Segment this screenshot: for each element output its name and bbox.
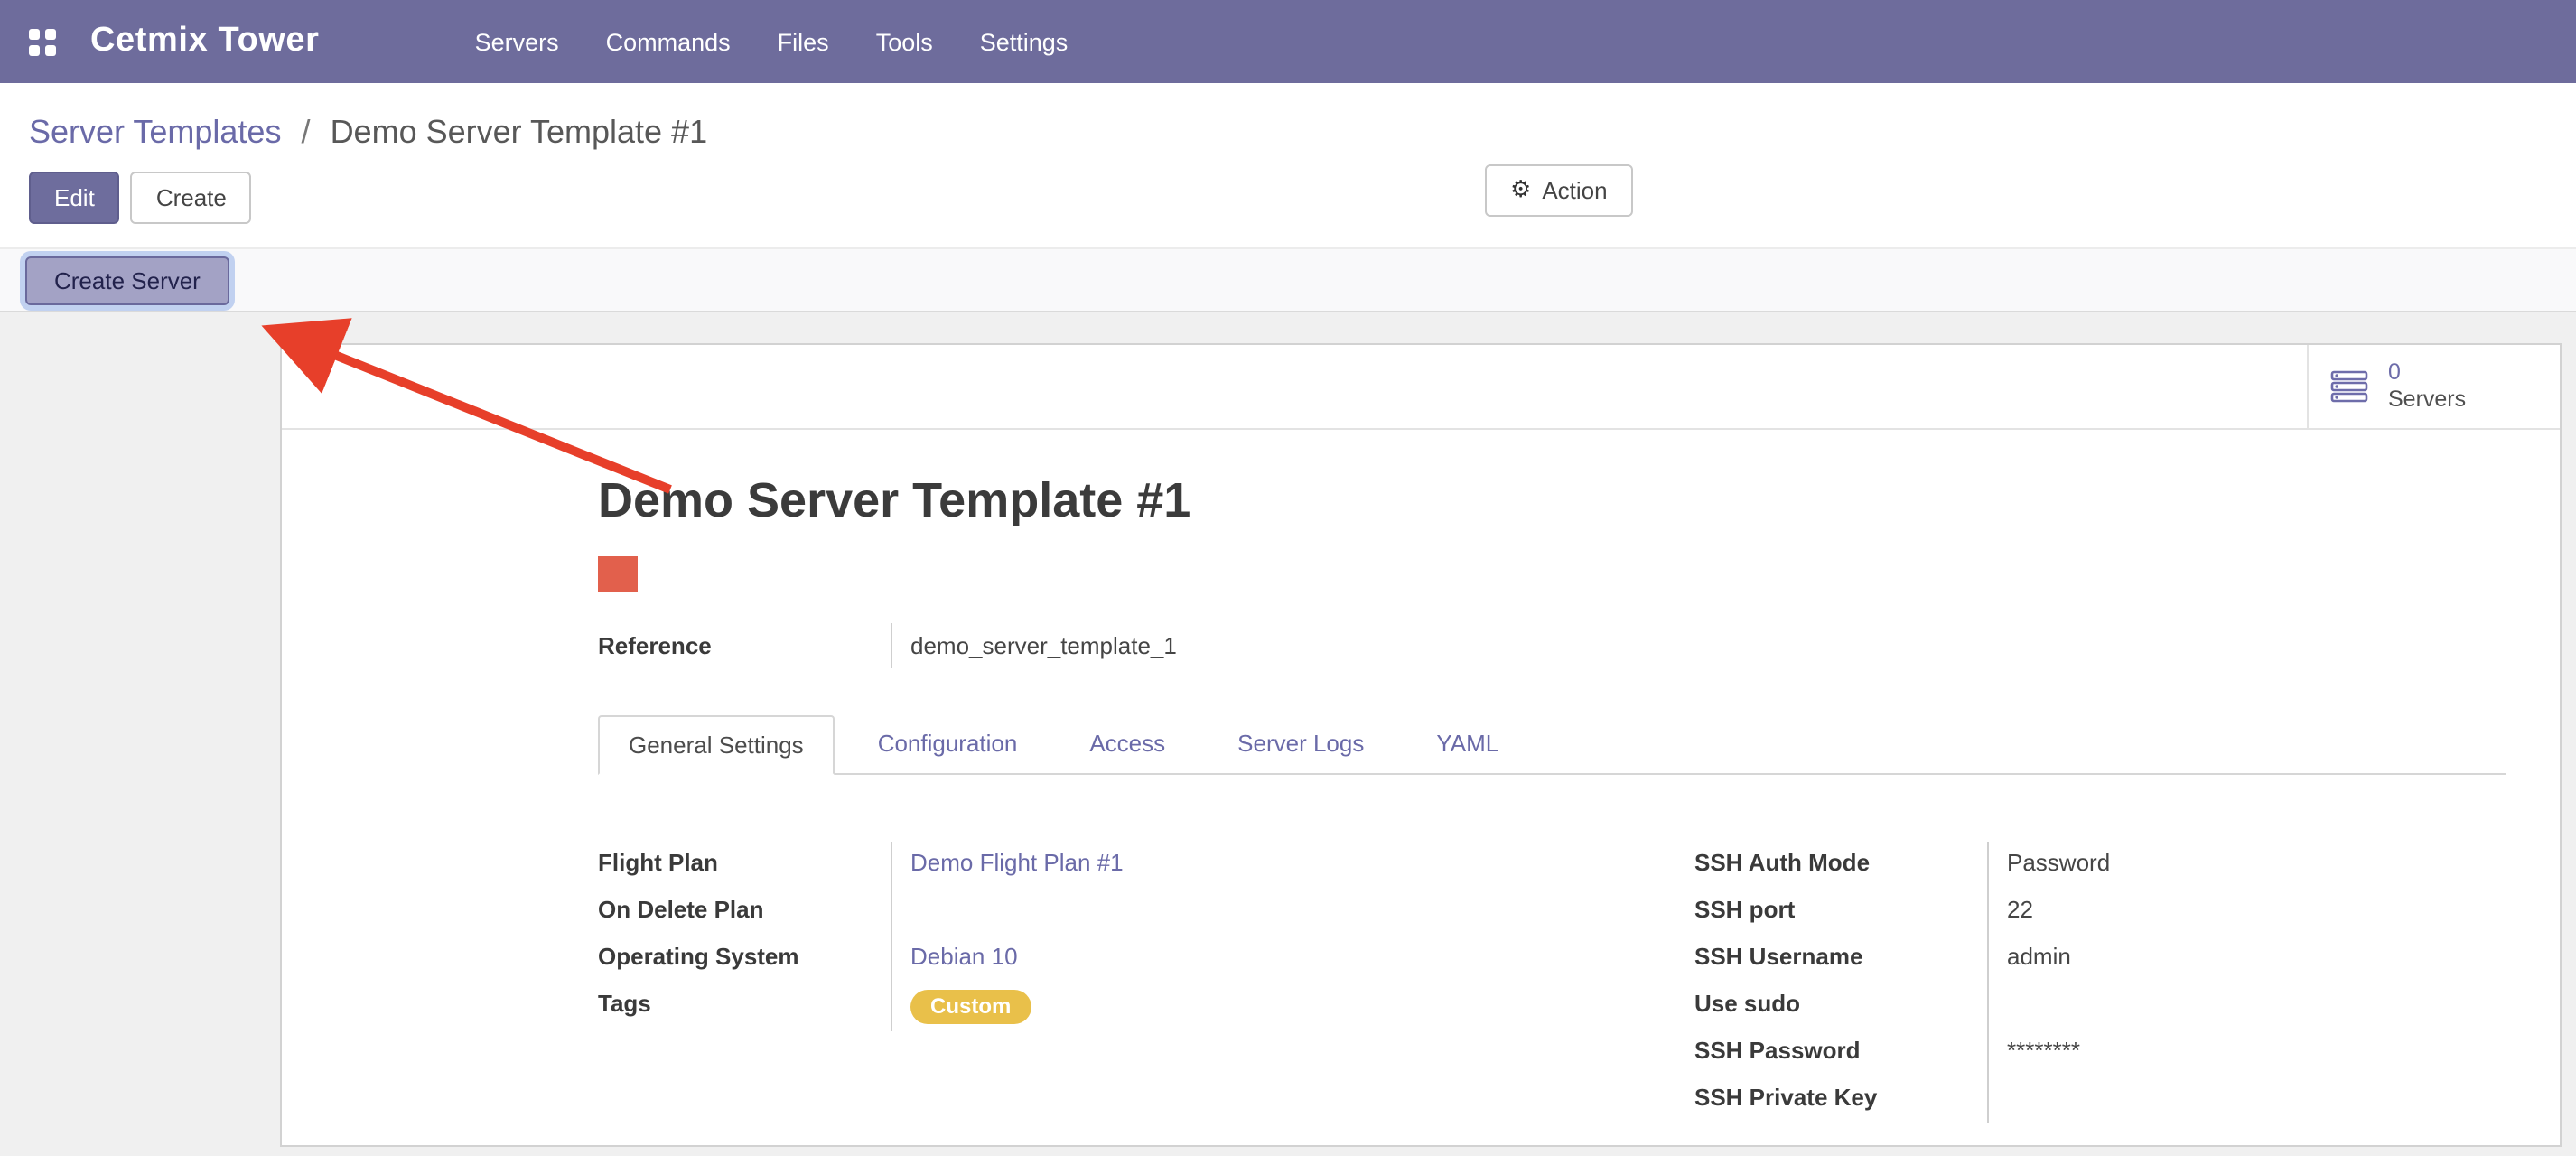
action-button[interactable]: ⚙ Action [1485,164,1633,217]
field-flight-plan: Flight Plan Demo Flight Plan #1 [598,842,1694,889]
tab-yaml[interactable]: YAML [1407,715,1527,775]
field-ssh-auth-mode: SSH Auth Mode Password [1694,842,2506,889]
form-view-background: 0 Servers Demo Server Template #1 Refere… [0,312,2576,1156]
app-window: Cetmix Tower Servers Commands Files Tool… [0,0,2576,1174]
field-label: On Delete Plan [598,889,892,936]
servers-icon [2330,370,2370,403]
field-ssh-private-key: SSH Private Key [1694,1076,2506,1123]
gear-icon: ⚙ [1510,175,1531,206]
field-label: SSH port [1694,889,1989,936]
field-value-empty [892,889,1694,936]
field-value-empty [1989,983,2506,1030]
create-server-button[interactable]: Create Server [25,256,229,304]
field-label: Flight Plan [598,842,892,889]
field-ssh-username: SSH Username admin [1694,936,2506,983]
tab-general-settings[interactable]: General Settings [598,715,835,775]
brand-title[interactable]: Cetmix Tower [90,22,320,61]
breadcrumb-separator: / [302,114,311,150]
main-menu: Servers Commands Files Tools Settings [475,28,1069,55]
field-value-link[interactable]: Debian 10 [910,943,1018,970]
field-value: 22 [1989,889,2506,936]
field-on-delete-plan: On Delete Plan [598,889,1694,936]
tab-configuration[interactable]: Configuration [849,715,1047,775]
stat-count: 0 [2388,359,2466,387]
field-label: Operating System [598,936,892,983]
reference-row: Reference demo_server_template_1 [598,623,2506,668]
color-swatch [598,556,638,592]
apps-grid-icon[interactable] [29,28,56,55]
menu-item-commands[interactable]: Commands [606,28,731,55]
stat-label: Servers [2388,387,2466,414]
field-operating-system: Operating System Debian 10 [598,936,1694,983]
form-sheet: 0 Servers Demo Server Template #1 Refere… [280,343,2562,1147]
field-label: Tags [598,983,892,1031]
tab-server-logs[interactable]: Server Logs [1209,715,1393,775]
tag-badge-custom: Custom [910,990,1031,1024]
field-ssh-port: SSH port 22 [1694,889,2506,936]
action-button-label: Action [1542,175,1607,206]
field-value: ******** [1989,1030,2506,1076]
menu-item-tools[interactable]: Tools [876,28,933,55]
field-label: SSH Auth Mode [1694,842,1989,889]
stat-button-text: 0 Servers [2388,359,2466,414]
field-use-sudo: Use sudo [1694,983,2506,1030]
field-label: SSH Username [1694,936,1989,983]
field-label: Use sudo [1694,983,1989,1030]
reference-value: demo_server_template_1 [892,623,1177,668]
tab-page-general-settings: Flight Plan Demo Flight Plan #1 On Delet… [598,775,2506,1123]
top-navbar: Cetmix Tower Servers Commands Files Tool… [0,0,2576,83]
control-panel: Edit Create ⚙ Action [0,152,2576,247]
field-ssh-password: SSH Password ******** [1694,1030,2506,1076]
field-tags: Tags Custom [598,983,1694,1031]
field-group-left: Flight Plan Demo Flight Plan #1 On Delet… [598,842,1694,1123]
menu-item-settings[interactable]: Settings [980,28,1069,55]
menu-item-files[interactable]: Files [778,28,829,55]
form-statusbar: Create Server [0,247,2576,312]
reference-label: Reference [598,623,892,668]
create-button[interactable]: Create [131,172,252,224]
notebook-tabs: General Settings Configuration Access Se… [598,713,2506,775]
field-group-right: SSH Auth Mode Password SSH port 22 SSH U… [1694,842,2506,1123]
breadcrumb-current: Demo Server Template #1 [331,114,708,150]
field-value: admin [1989,936,2506,983]
page-title: Demo Server Template #1 [598,473,2506,529]
field-label: SSH Private Key [1694,1076,1989,1123]
edit-button[interactable]: Edit [29,172,120,224]
button-box: 0 Servers [282,345,2560,430]
menu-item-servers[interactable]: Servers [475,28,559,55]
breadcrumb-link-server-templates[interactable]: Server Templates [29,114,281,150]
field-value-link[interactable]: Demo Flight Plan #1 [910,849,1124,876]
field-value: Password [1989,842,2506,889]
stat-button-servers[interactable]: 0 Servers [2307,345,2560,428]
tab-access[interactable]: Access [1060,715,1194,775]
breadcrumb: Server Templates / Demo Server Template … [0,83,2576,152]
field-value-empty [1989,1076,2506,1123]
field-label: SSH Password [1694,1030,1989,1076]
sheet-inner: Demo Server Template #1 Reference demo_s… [282,430,2560,1123]
